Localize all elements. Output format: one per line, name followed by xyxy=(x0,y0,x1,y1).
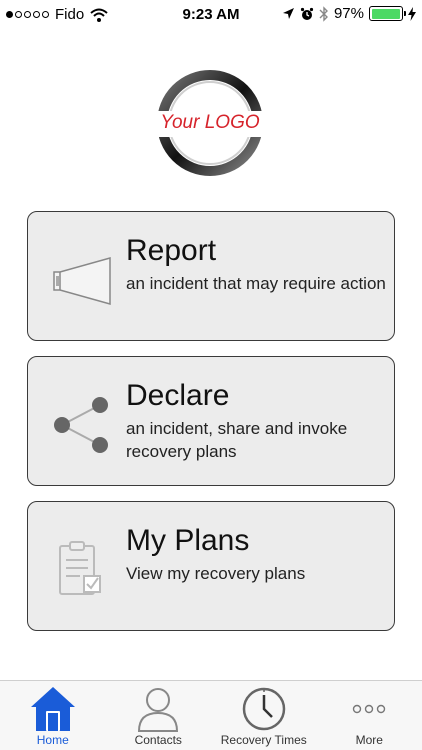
battery-percent: 97% xyxy=(333,5,364,22)
tab-recovery-times-label: Recovery Times xyxy=(220,733,307,747)
bluetooth-icon xyxy=(319,5,328,22)
tab-home[interactable]: Home xyxy=(0,681,106,750)
share-icon xyxy=(54,397,108,453)
tab-more-label: More xyxy=(355,733,383,747)
battery-icon xyxy=(369,6,406,21)
tab-home-label: Home xyxy=(36,733,69,747)
my-plans-button[interactable]: My Plans View my recovery plans xyxy=(27,501,395,631)
report-title: Report xyxy=(126,234,217,267)
person-icon xyxy=(133,685,183,733)
declare-description: an incident, share and invoke recovery p… xyxy=(126,419,348,461)
status-bar: Fido 9:23 AM 97% xyxy=(0,0,422,30)
tab-bar: Home Contacts Recovery Times More xyxy=(0,680,422,750)
tab-recovery-times[interactable]: Recovery Times xyxy=(211,681,317,750)
my-plans-description: View my recovery plans xyxy=(126,564,306,583)
more-icon xyxy=(344,685,394,733)
declare-title: Declare xyxy=(126,379,230,412)
my-plans-title: My Plans xyxy=(126,524,250,557)
declare-button[interactable]: Declare an incident, share and invoke re… xyxy=(27,356,395,486)
charging-bolt-icon xyxy=(408,6,416,21)
status-right: 97% xyxy=(282,5,416,22)
clock-icon xyxy=(239,685,289,733)
clipboard-check-icon xyxy=(59,541,101,595)
tab-contacts[interactable]: Contacts xyxy=(106,681,212,750)
alarm-clock-icon xyxy=(300,7,314,20)
tab-more[interactable]: More xyxy=(317,681,422,750)
home-icon xyxy=(28,685,78,733)
report-description: an incident that may require action xyxy=(126,274,386,293)
location-arrow-icon xyxy=(282,8,294,19)
report-button[interactable]: Report an incident that may require acti… xyxy=(27,211,395,341)
tab-contacts-label: Contacts xyxy=(134,733,182,747)
logo-text: Your LOGO xyxy=(160,112,260,133)
company-logo: Your LOGO xyxy=(155,68,265,178)
horn-icon xyxy=(53,257,111,305)
